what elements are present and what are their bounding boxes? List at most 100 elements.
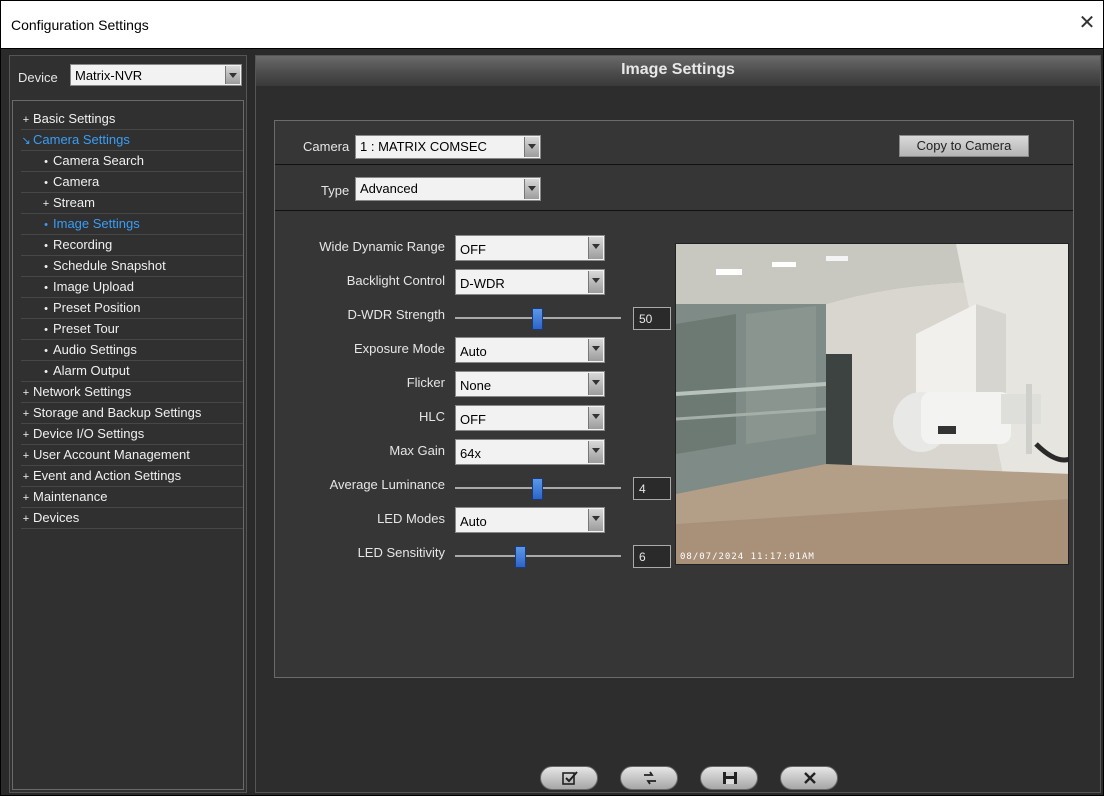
- collapse-icon: ↘: [21, 135, 31, 147]
- tree-item-camera[interactable]: • Camera: [21, 172, 243, 193]
- led-modes-select[interactable]: Auto: [455, 507, 605, 533]
- device-select[interactable]: Matrix-NVR: [70, 64, 242, 86]
- expand-icon: +: [22, 387, 30, 399]
- dwdr-strength-value[interactable]: 50: [633, 307, 671, 330]
- flicker-select[interactable]: None: [455, 371, 605, 397]
- main-header: Image Settings: [256, 56, 1100, 86]
- tree-item-label: Camera Settings: [33, 132, 130, 147]
- tree-item-user-account-management[interactable]: + User Account Management: [21, 445, 243, 466]
- window-titlebar: Configuration Settings ✕: [0, 0, 1104, 48]
- tree-item-audio-settings[interactable]: • Audio Settings: [21, 340, 243, 361]
- avg-luminance-value[interactable]: 4: [633, 477, 671, 500]
- chevron-down-icon: [225, 66, 240, 84]
- type-label: Type: [321, 183, 350, 198]
- device-label: Device: [18, 70, 58, 85]
- tree-item-label: Device I/O Settings: [33, 426, 145, 441]
- dwdr-strength-slider-thumb[interactable]: [532, 308, 543, 330]
- settings-tree: + Basic Settings ↘ Camera Settings • Camera S…: [21, 109, 243, 529]
- tree-item-preset-tour[interactable]: • Preset Tour: [21, 319, 243, 340]
- flicker-label: Flicker: [406, 375, 445, 390]
- page-title: Image Settings: [621, 61, 735, 78]
- chevron-down-icon: [588, 271, 603, 293]
- chevron-down-icon: [588, 509, 603, 531]
- led-sensitivity-value[interactable]: 6: [633, 545, 671, 568]
- camera-select[interactable]: 1 : MATRIX COMSEC: [355, 135, 541, 159]
- tree-item-label: Devices: [33, 510, 80, 525]
- led-modes-select-value: Auto: [460, 514, 487, 529]
- exposure-select[interactable]: Auto: [455, 337, 605, 363]
- cancel-button[interactable]: [780, 766, 838, 790]
- tree-item-label: Camera Search: [53, 153, 145, 168]
- tree-item-maintenance[interactable]: + Maintenance: [21, 487, 243, 508]
- exposure-select-value: Auto: [460, 344, 487, 359]
- led-sensitivity-slider-track[interactable]: [455, 555, 621, 557]
- bullet-icon: •: [44, 177, 48, 189]
- tree-item-stream[interactable]: + Stream: [21, 193, 243, 214]
- camera-select-value: 1 : MATRIX COMSEC: [360, 139, 487, 154]
- tree-item-preset-position[interactable]: • Preset Position: [21, 298, 243, 319]
- chevron-down-icon: [588, 407, 603, 429]
- tree-item-schedule-snapshot[interactable]: • Schedule Snapshot: [21, 256, 243, 277]
- tree-item-label: Preset Tour: [53, 321, 120, 336]
- settings-tree-frame: + Basic Settings ↘ Camera Settings • Camera S…: [12, 100, 244, 790]
- backlight-select[interactable]: D-WDR: [455, 269, 605, 295]
- tree-item-camera-settings[interactable]: ↘ Camera Settings: [21, 130, 243, 151]
- save-icon: [723, 772, 737, 784]
- expand-icon: +: [22, 492, 30, 504]
- expand-icon: +: [22, 429, 30, 441]
- tree-item-alarm-output[interactable]: • Alarm Output: [21, 361, 243, 382]
- tree-item-label: Basic Settings: [33, 111, 116, 126]
- tree-item-devices[interactable]: + Devices: [21, 508, 243, 529]
- window-close-icon[interactable]: ✕: [1077, 13, 1097, 33]
- wdr-select[interactable]: OFF: [455, 235, 605, 261]
- avg-luminance-slider-thumb[interactable]: [532, 478, 543, 500]
- max-gain-select-value: 64x: [460, 446, 481, 461]
- max-gain-label: Max Gain: [389, 443, 445, 458]
- bullet-icon: •: [44, 156, 48, 168]
- bullet-icon: •: [44, 366, 48, 378]
- bullet-icon: •: [44, 261, 48, 273]
- backlight-select-value: D-WDR: [460, 276, 505, 291]
- tree-item-recording[interactable]: • Recording: [21, 235, 243, 256]
- camera-row: Camera 1 : MATRIX COMSEC Copy to Camera: [275, 121, 1073, 165]
- tree-item-label: Stream: [53, 195, 95, 210]
- device-select-value: Matrix-NVR: [75, 68, 143, 83]
- tree-item-basic-settings[interactable]: + Basic Settings: [21, 109, 243, 130]
- max-gain-select[interactable]: 64x: [455, 439, 605, 465]
- device-row: Device Matrix-NVR: [10, 56, 246, 96]
- tree-item-label: Image Upload: [53, 279, 134, 294]
- refresh-button[interactable]: [620, 766, 678, 790]
- tree-item-camera-search[interactable]: • Camera Search: [21, 151, 243, 172]
- save-button[interactable]: [700, 766, 758, 790]
- expand-icon: +: [22, 513, 30, 525]
- refresh-icon: [644, 771, 656, 785]
- apply-button[interactable]: [540, 766, 598, 790]
- expand-icon: +: [22, 114, 30, 126]
- tree-item-label: Schedule Snapshot: [53, 258, 166, 273]
- hlc-select[interactable]: OFF: [455, 405, 605, 431]
- dwdr-strength-label: D-WDR Strength: [347, 307, 445, 322]
- check-icon: [562, 771, 578, 785]
- chevron-down-icon: [524, 137, 539, 157]
- bullet-icon: •: [44, 345, 48, 357]
- window-client: Device Matrix-NVR + Basic Settings ↘ Camera…: [0, 48, 1104, 796]
- tree-item-device-i-o-settings[interactable]: + Device I/O Settings: [21, 424, 243, 445]
- tree-item-network-settings[interactable]: + Network Settings: [21, 382, 243, 403]
- bullet-icon: •: [44, 240, 48, 252]
- camera-label: Camera: [303, 139, 350, 154]
- tree-item-image-settings[interactable]: • Image Settings: [21, 214, 243, 235]
- expand-icon: +: [42, 198, 50, 210]
- tree-item-label: Event and Action Settings: [33, 468, 182, 483]
- tree-item-image-upload[interactable]: • Image Upload: [21, 277, 243, 298]
- wdr-label: Wide Dynamic Range: [319, 239, 445, 254]
- tree-item-label: Preset Position: [53, 300, 141, 315]
- tree-item-storage-and-backup-settings[interactable]: + Storage and Backup Settings: [21, 403, 243, 424]
- type-row: Type Advanced: [275, 167, 1073, 211]
- type-select[interactable]: Advanced: [355, 177, 541, 201]
- expand-icon: +: [22, 408, 30, 420]
- led-sensitivity-slider-thumb[interactable]: [515, 546, 527, 568]
- tree-item-event-and-action-settings[interactable]: + Event and Action Settings: [21, 466, 243, 487]
- tree-item-label: Recording: [53, 237, 113, 252]
- copy-to-camera-button[interactable]: Copy to Camera: [899, 135, 1029, 157]
- camera-preview-image: [676, 244, 1068, 564]
